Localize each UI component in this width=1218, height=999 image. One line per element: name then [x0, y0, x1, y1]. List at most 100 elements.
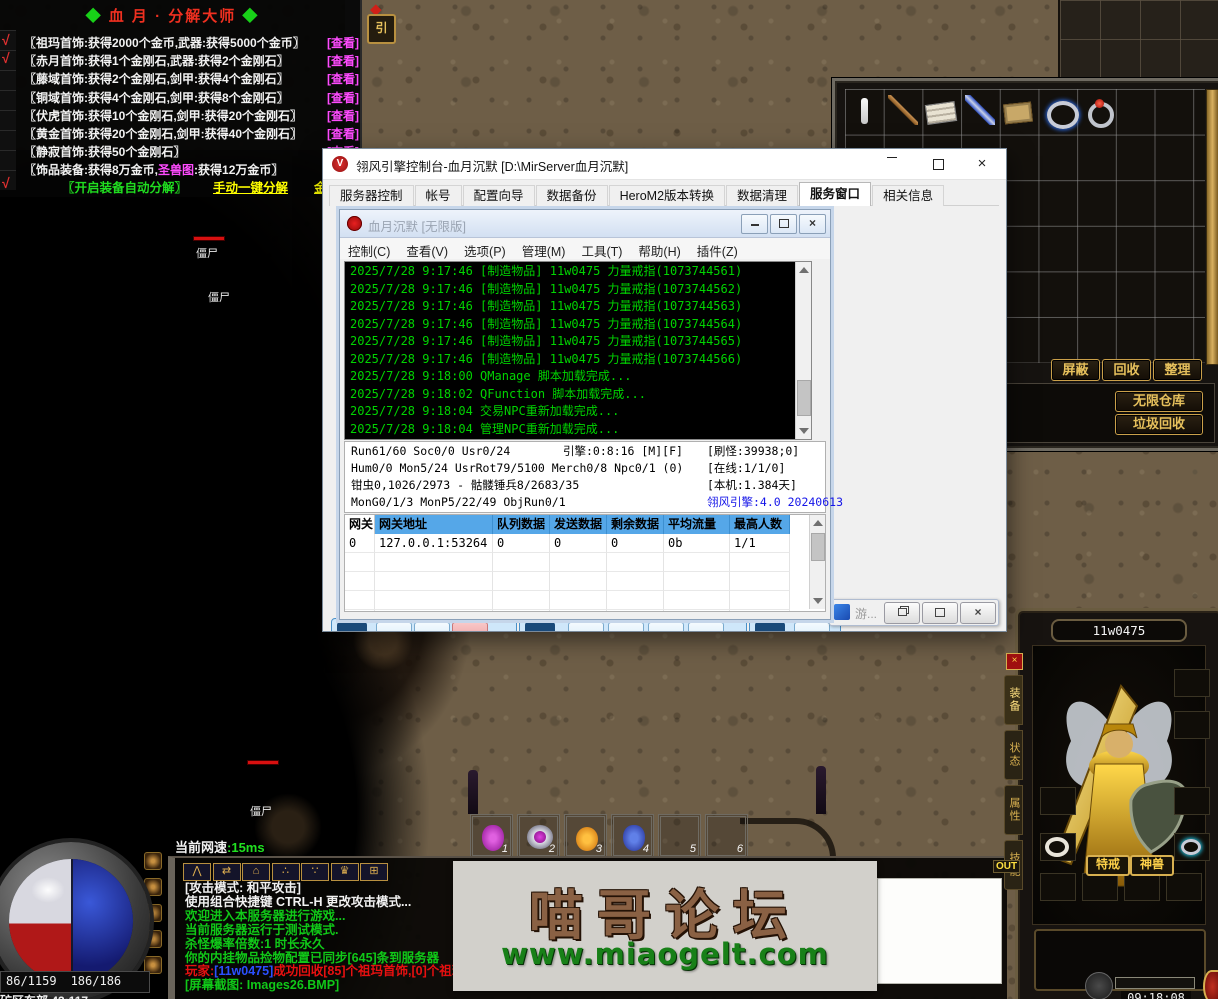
- menu-item[interactable]: 工具(T): [573, 238, 630, 260]
- menu-item[interactable]: 选项(P): [456, 238, 514, 260]
- party-icon[interactable]: ∴: [272, 863, 300, 881]
- manual-decompose-link[interactable]: 手动一键分解: [213, 181, 288, 195]
- special-ring-button[interactable]: 特戒: [1086, 855, 1130, 876]
- inner-minimize-button[interactable]: [741, 214, 768, 234]
- home-icon[interactable]: ⌂: [242, 863, 270, 881]
- inner-maximize-button[interactable]: [770, 214, 797, 234]
- belt-slot-5[interactable]: 5: [658, 814, 701, 858]
- rank-icon[interactable]: ♛: [331, 863, 359, 881]
- restore-button[interactable]: [922, 602, 958, 624]
- grid-icon[interactable]: ⊞: [360, 863, 388, 881]
- equip-slot-ring-left[interactable]: [1040, 833, 1076, 861]
- divine-beast-button[interactable]: 神兽: [1130, 855, 1174, 876]
- equip-slot-b2[interactable]: [1082, 873, 1118, 901]
- speaker-icon[interactable]: [144, 852, 162, 870]
- belt-slot-2[interactable]: 2: [517, 814, 560, 858]
- tab-服务窗口[interactable]: 服务窗口: [799, 182, 871, 206]
- equip-slot-weapon[interactable]: [1174, 711, 1210, 739]
- menu-item[interactable]: 查看(V): [398, 238, 456, 260]
- belt-slot-4[interactable]: 4: [611, 814, 654, 858]
- tab-数据清理[interactable]: 数据清理: [726, 185, 798, 206]
- paper-bundle-item[interactable]: [926, 95, 958, 127]
- tab-帐号[interactable]: 帐号: [415, 185, 462, 206]
- menu-item[interactable]: 插件(Z): [689, 238, 746, 260]
- view-link[interactable]: [查看]: [327, 70, 359, 87]
- column-header[interactable]: 发送数据: [550, 515, 607, 534]
- view-link[interactable]: [查看]: [327, 52, 359, 69]
- belt-slot-6[interactable]: 6: [705, 814, 748, 858]
- cascade-button[interactable]: [884, 602, 920, 624]
- scroll-thumb[interactable]: [797, 380, 811, 416]
- belt-slot-3[interactable]: 3: [564, 814, 607, 858]
- close-icon[interactable]: ×: [1006, 653, 1023, 670]
- scroll-up-icon[interactable]: [799, 267, 809, 273]
- char-tab-状态[interactable]: 状态: [1004, 730, 1023, 780]
- equip-slot-b4[interactable]: [1166, 873, 1202, 901]
- console-scrollbar[interactable]: [795, 262, 811, 439]
- equip-slot-necklace[interactable]: [1174, 669, 1210, 697]
- menu-item[interactable]: 管理(M): [514, 238, 574, 260]
- inner-close-button[interactable]: ×: [799, 214, 826, 234]
- char-tab-装备[interactable]: 装备: [1004, 675, 1023, 725]
- tab-配置向导[interactable]: 配置向导: [463, 185, 535, 206]
- column-header[interactable]: 平均流量: [664, 515, 730, 534]
- inventory-scrollbar[interactable]: [1206, 89, 1218, 365]
- equip-slot-left[interactable]: [1040, 787, 1076, 815]
- hide-button[interactable]: 屏蔽: [1051, 359, 1100, 381]
- candle-item[interactable]: [849, 95, 881, 127]
- friends-icon[interactable]: ∵: [301, 863, 329, 881]
- menu-item[interactable]: 帮助(H): [630, 238, 688, 260]
- book-item[interactable]: [1004, 95, 1036, 127]
- tab-相关信息[interactable]: 相关信息: [872, 185, 944, 206]
- equip-slot-right[interactable]: [1174, 787, 1210, 815]
- party-icon[interactable]: [144, 878, 162, 896]
- column-header[interactable]: 网关: [345, 515, 375, 534]
- equip-slot-ring-right[interactable]: [1174, 833, 1210, 861]
- equip-slot-b3[interactable]: [1124, 873, 1160, 901]
- tab-服务器控制[interactable]: 服务器控制: [329, 185, 414, 206]
- stats-icon[interactable]: ⋀: [183, 863, 211, 881]
- recycle-button[interactable]: 回收: [1102, 359, 1151, 381]
- scroll-thumb[interactable]: [811, 533, 825, 561]
- scroll-up-icon[interactable]: [813, 520, 823, 526]
- equip-slot-b1[interactable]: [1040, 873, 1076, 901]
- sort-button[interactable]: 整理: [1153, 359, 1202, 381]
- blue-scroll-item[interactable]: [965, 95, 997, 127]
- close-mdi-button[interactable]: ×: [960, 602, 996, 624]
- red-orb-button[interactable]: [1203, 970, 1218, 999]
- dialog-titlebar[interactable]: V 翎风引擎控制台-血月沉默 [D:\MirServer血月沉默] ×: [323, 149, 1006, 180]
- column-header[interactable]: 队列数据: [493, 515, 550, 534]
- bottom-input-bar[interactable]: [1115, 977, 1195, 989]
- inner-titlebar[interactable]: 血月沉默 [无限版] ×: [340, 210, 830, 238]
- view-link[interactable]: [查看]: [327, 89, 359, 106]
- gem-ring-item[interactable]: [1081, 95, 1113, 127]
- blue-gem-ring-item[interactable]: [1181, 839, 1201, 855]
- view-link[interactable]: [查看]: [327, 107, 359, 124]
- column-header[interactable]: 网关地址: [375, 515, 493, 534]
- close-button[interactable]: ×: [960, 149, 1004, 179]
- stick-item[interactable]: [888, 95, 920, 127]
- white-ring-item[interactable]: [1045, 837, 1069, 857]
- blue-ring-item[interactable]: [1043, 95, 1075, 127]
- trash-recycle-button[interactable]: 垃圾回收: [1115, 414, 1203, 435]
- refresh-icon[interactable]: ⇄: [213, 863, 241, 881]
- view-link[interactable]: [查看]: [327, 125, 359, 142]
- server-icon: [525, 622, 555, 631]
- tab-数据备份[interactable]: 数据备份: [536, 185, 608, 206]
- belt-slot-1[interactable]: 1: [470, 814, 513, 858]
- tab-HeroM2版本转换[interactable]: HeroM2版本转换: [609, 185, 725, 206]
- infinite-storage-button[interactable]: 无限仓库: [1115, 391, 1203, 412]
- table-cell: 0: [607, 534, 664, 553]
- scroll-down-icon[interactable]: [799, 428, 809, 434]
- view-link[interactable]: [查看]: [327, 34, 359, 51]
- table-scrollbar[interactable]: [809, 515, 825, 609]
- char-tab-属性[interactable]: 属性: [1004, 785, 1023, 835]
- minimize-button[interactable]: [870, 149, 914, 179]
- scroll-down-icon[interactable]: [813, 598, 823, 604]
- maximize-button[interactable]: [916, 149, 960, 179]
- minimized-panel-button[interactable]: 引: [367, 14, 396, 44]
- auto-decompose-toggle[interactable]: 〖开启装备自动分解〗: [62, 181, 187, 195]
- column-header[interactable]: 最高人数: [730, 515, 790, 534]
- column-header[interactable]: 剩余数据: [607, 515, 664, 534]
- menu-item[interactable]: 控制(C): [340, 238, 398, 260]
